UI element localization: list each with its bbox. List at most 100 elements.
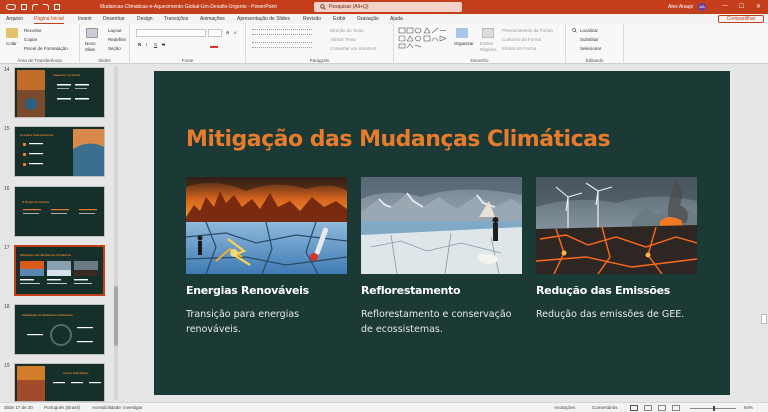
scrollbar-thumb[interactable] bbox=[761, 314, 767, 324]
decrease-font-button[interactable]: A bbox=[234, 31, 236, 35]
increase-font-button[interactable]: A bbox=[226, 30, 229, 35]
tab-ajuda[interactable]: Ajuda bbox=[390, 16, 403, 22]
slide-thumbnail-19[interactable]: Ações Individuais bbox=[14, 363, 105, 402]
zoom-slider-handle[interactable] bbox=[713, 406, 715, 411]
close-button[interactable]: ✕ bbox=[756, 3, 761, 10]
tab-pagina-inicial[interactable]: Página Inicial bbox=[34, 16, 64, 24]
layout-button[interactable]: Layout bbox=[108, 28, 122, 33]
slide-thumbnail-15[interactable]: Acordos Internacionais bbox=[14, 126, 105, 177]
present-icon[interactable] bbox=[54, 4, 60, 10]
language-indicator[interactable]: Português (Brasil) bbox=[44, 405, 80, 410]
slide-canvas[interactable]: Mitigação das Mudanças Climáticas Energi… bbox=[154, 71, 730, 395]
copy-button[interactable]: Copiar bbox=[24, 37, 37, 42]
accessibility-status[interactable]: Acessibilidade: investigar bbox=[92, 405, 143, 410]
slide-thumbnail-14[interactable]: Impactos no Brasil bbox=[14, 67, 105, 118]
select-button[interactable]: Selecionar bbox=[580, 46, 601, 51]
redo-icon[interactable] bbox=[43, 4, 49, 10]
share-label: Compartilhar bbox=[726, 16, 756, 22]
section-button[interactable]: Seção bbox=[108, 46, 121, 51]
quick-styles-icon[interactable] bbox=[482, 28, 494, 38]
tab-arquivo[interactable]: Arquivo bbox=[6, 16, 23, 22]
notes-button[interactable]: Anotações bbox=[554, 405, 575, 410]
comments-button[interactable]: Comentários bbox=[592, 405, 618, 410]
undo-icon[interactable] bbox=[32, 4, 38, 10]
reforestation-image[interactable] bbox=[361, 177, 522, 274]
align-text-button[interactable]: Alinhar Texto bbox=[330, 37, 356, 42]
column-text-reforestation[interactable]: Reflorestamento e conservação de ecossis… bbox=[361, 307, 526, 337]
underline-button[interactable]: S bbox=[154, 42, 157, 47]
tab-inserir[interactable]: Inserir bbox=[78, 16, 92, 22]
slides-label: Slides bbox=[98, 58, 111, 63]
clipboard-label: Área de Transferência bbox=[17, 58, 62, 63]
shape-outline-button[interactable]: Contorno da Forma bbox=[502, 37, 541, 42]
replace-button[interactable]: Substituir bbox=[580, 37, 599, 42]
column-text-renewables[interactable]: Transição para energias renováveis. bbox=[186, 307, 336, 337]
normal-view-icon[interactable] bbox=[630, 405, 638, 411]
thumbnail-scrollbar[interactable] bbox=[114, 66, 118, 400]
avatar[interactable]: AA bbox=[698, 3, 706, 11]
column-heading-emissions[interactable]: Redução das Emissões bbox=[536, 284, 670, 297]
zoom-level[interactable]: 94% bbox=[744, 405, 753, 410]
paste-button[interactable]: Colar bbox=[6, 41, 17, 46]
wind-turbine-image bbox=[536, 177, 697, 274]
search-placeholder: Pesquisar (Alt+Q) bbox=[329, 4, 369, 10]
slide-thumbnail-18[interactable]: Adaptação às Mudanças Climáticas bbox=[14, 304, 105, 355]
drawing-label: Desenho bbox=[470, 58, 489, 63]
cut-button[interactable]: Recortar bbox=[24, 28, 41, 33]
quick-access-toolbar bbox=[0, 4, 90, 10]
save-icon[interactable] bbox=[21, 4, 27, 10]
strikethrough-button[interactable]: S bbox=[162, 42, 165, 47]
slide-sorter-icon[interactable] bbox=[644, 405, 652, 411]
search-box[interactable]: Pesquisar (Alt+Q) bbox=[314, 2, 462, 12]
paste-icon[interactable] bbox=[6, 28, 18, 38]
maximize-button[interactable]: ☐ bbox=[739, 3, 744, 10]
slide-thumbnail-17[interactable]: Mitigação das Mudanças Climáticas bbox=[14, 245, 105, 296]
font-label: Fonte bbox=[181, 58, 194, 63]
shape-fill-button[interactable]: Preenchimento da Forma bbox=[502, 28, 553, 33]
column-text-emissions[interactable]: Redução das emissões de GEE. bbox=[536, 307, 701, 322]
tab-transicoes[interactable]: Transições bbox=[164, 16, 188, 22]
autosave-icon[interactable] bbox=[6, 4, 16, 10]
font-color-icon[interactable] bbox=[210, 42, 218, 48]
tab-design[interactable]: Design bbox=[137, 16, 153, 22]
scrollbar-thumb[interactable] bbox=[114, 286, 118, 346]
user-name[interactable]: Alex Araujo bbox=[668, 4, 693, 10]
arrange-icon[interactable] bbox=[456, 28, 468, 38]
minimize-button[interactable]: — bbox=[722, 3, 728, 9]
editing-group: Localizar Substituir Selecionar Editando bbox=[566, 24, 624, 64]
format-painter-button[interactable]: Pincel de Formatação bbox=[24, 46, 68, 51]
quick-styles-button[interactable]: Estilos bbox=[480, 41, 493, 46]
column-heading-reforestation[interactable]: Reflorestamento bbox=[361, 284, 461, 297]
tab-desenhar[interactable]: Desenhar bbox=[103, 16, 125, 22]
bold-button[interactable]: N bbox=[138, 42, 141, 47]
emission-reduction-image[interactable] bbox=[536, 177, 697, 274]
tab-revisao[interactable]: Revisão bbox=[303, 16, 321, 22]
text-direction-button[interactable]: Direção do Texto bbox=[330, 28, 364, 33]
paragraph-label: Parágrafo bbox=[309, 58, 330, 63]
font-size-dropdown[interactable] bbox=[208, 29, 222, 37]
vertical-scrollbar[interactable] bbox=[760, 64, 768, 402]
arrange-button[interactable]: Organizar bbox=[454, 41, 474, 46]
italic-button[interactable]: I bbox=[146, 42, 147, 47]
find-button[interactable]: Localizar bbox=[580, 28, 598, 33]
align-buttons-icon[interactable] bbox=[252, 42, 312, 48]
renewable-energy-image[interactable] bbox=[186, 177, 347, 274]
smartart-button[interactable]: Converter em SmartArt bbox=[330, 46, 376, 51]
list-buttons-icon[interactable] bbox=[252, 29, 312, 35]
share-button[interactable]: Compartilhar bbox=[718, 15, 764, 23]
shape-effects-button[interactable]: Efeitos de Forma bbox=[502, 46, 536, 51]
tab-animacoes[interactable]: Animações bbox=[200, 16, 225, 22]
column-heading-renewables[interactable]: Energias Renováveis bbox=[186, 284, 309, 297]
slide-thumbnail-16[interactable]: O Papel da Ciência bbox=[14, 186, 105, 237]
new-slide-button[interactable]: Novo bbox=[85, 41, 96, 46]
tab-apresentacao[interactable]: Apresentação de Slides bbox=[237, 16, 290, 22]
new-slide-icon[interactable] bbox=[86, 28, 98, 38]
slideshow-icon[interactable] bbox=[672, 405, 680, 411]
shapes-gallery-icon[interactable] bbox=[398, 27, 448, 49]
tab-exibir[interactable]: Exibir bbox=[333, 16, 346, 22]
tab-gravacao[interactable]: Gravação bbox=[357, 16, 379, 22]
reset-button[interactable]: Redefinir bbox=[108, 37, 126, 42]
font-family-dropdown[interactable] bbox=[136, 29, 206, 37]
slide-title[interactable]: Mitigação das Mudanças Climáticas bbox=[186, 127, 611, 152]
reading-view-icon[interactable] bbox=[658, 405, 666, 411]
